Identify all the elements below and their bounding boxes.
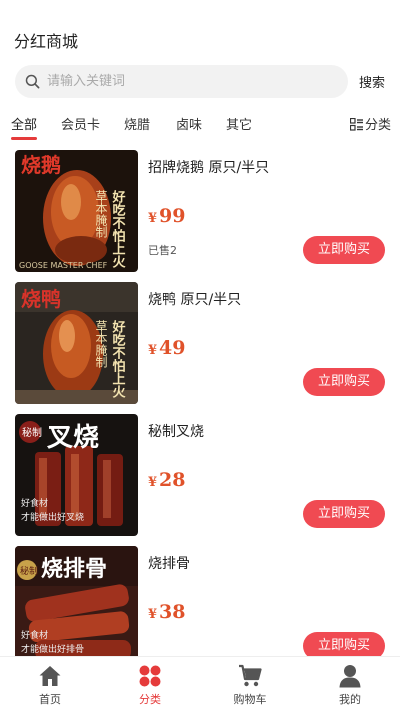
product-price: ¥49 — [148, 337, 186, 359]
home-icon — [39, 666, 61, 686]
page-title: 分红商城 — [14, 32, 79, 51]
tabbar-cart[interactable]: 购物车 — [200, 657, 300, 711]
shop-page: 分红商城 搜索 全部 会员卡 烧腊 卤味 其它 分类 — [0, 0, 400, 711]
product-image-title: 烧鹅 — [21, 153, 61, 177]
product-image-slogan: 好吃不怕上火 — [110, 189, 127, 269]
product-image-slogan: 好吃不怕上火 — [110, 319, 127, 399]
user-icon — [339, 665, 361, 688]
search-bar: 搜索 — [0, 64, 400, 100]
product-image-title: 烧鸭 — [21, 287, 61, 311]
search-icon — [25, 74, 40, 89]
product-image-slogan: 草本腌制 — [94, 190, 108, 238]
category-toggle-label: 分类 — [365, 118, 392, 133]
product-image[interactable]: 秘制 烧排骨 好食材 才能做出好排骨 — [15, 546, 138, 656]
product-card[interactable]: 烧鹅 好吃不怕上火 草本腌制 GOOSE MASTER CHEF 招牌烧鹅 原只… — [0, 145, 400, 277]
bottom-tab-bar: 首页 分类 购物车 我的 — [0, 656, 400, 711]
search-input[interactable] — [47, 65, 337, 98]
product-card[interactable]: 秘制 叉烧 好食材 才能做出好叉烧 秘制叉烧 ¥28 立即购买 — [0, 409, 400, 541]
category-toggle[interactable]: 分类 — [349, 114, 392, 133]
category-tabs: 全部 会员卡 烧腊 卤味 其它 分类 — [0, 104, 400, 142]
sold-count: 已售2 — [148, 244, 177, 257]
product-image[interactable]: 烧鸭 好吃不怕上火 草本腌制 — [15, 282, 138, 404]
product-price: ¥99 — [148, 205, 186, 227]
product-image-caption: 才能做出好排骨 — [21, 643, 84, 655]
product-name[interactable]: 烧排骨 — [148, 553, 190, 573]
product-name[interactable]: 秘制叉烧 — [148, 421, 204, 441]
product-price: ¥38 — [148, 601, 186, 623]
tabbar-home[interactable]: 首页 — [0, 657, 100, 711]
grid-list-icon — [349, 117, 363, 131]
tabbar-profile[interactable]: 我的 — [300, 657, 400, 711]
tab-all[interactable]: 全部 — [11, 114, 38, 140]
product-image-title: 烧排骨 — [41, 556, 107, 582]
product-image-badge: 秘制 — [22, 426, 42, 439]
tabbar-label: 首页 — [39, 693, 61, 706]
product-image-title: 叉烧 — [46, 423, 99, 453]
product-card[interactable]: 秘制 烧排骨 好食材 才能做出好排骨 烧排骨 ¥38 立即购买 — [0, 541, 400, 656]
tabbar-label: 购物车 — [233, 693, 267, 706]
product-price: ¥28 — [148, 469, 186, 491]
product-image-badge: 秘制 — [20, 565, 38, 577]
product-name[interactable]: 招牌烧鹅 原只/半只 — [148, 157, 269, 177]
product-card[interactable]: 烧鸭 好吃不怕上火 草本腌制 烧鸭 原只/半只 ¥49 立即购买 — [0, 277, 400, 409]
header: 分红商城 — [0, 0, 400, 62]
buy-now-button[interactable]: 立即购买 — [303, 236, 385, 264]
product-image-caption: 才能做出好叉烧 — [21, 511, 84, 523]
buy-now-button[interactable]: 立即购买 — [303, 632, 385, 656]
search-button[interactable]: 搜索 — [359, 72, 385, 91]
category-icon — [139, 665, 161, 687]
search-box[interactable] — [15, 65, 348, 98]
product-name[interactable]: 烧鸭 原只/半只 — [148, 289, 241, 309]
tabbar-label: 我的 — [339, 693, 361, 706]
tabbar-category[interactable]: 分类 — [100, 657, 200, 711]
product-list: 烧鹅 好吃不怕上火 草本腌制 GOOSE MASTER CHEF 招牌烧鹅 原只… — [0, 145, 400, 656]
product-image[interactable]: 秘制 叉烧 好食材 才能做出好叉烧 — [15, 414, 138, 536]
cart-icon — [239, 664, 262, 687]
tab-other[interactable]: 其它 — [226, 114, 252, 133]
buy-now-button[interactable]: 立即购买 — [303, 368, 385, 396]
product-image-caption: 好食材 — [21, 497, 48, 509]
product-image-brand: GOOSE MASTER CHEF — [19, 261, 108, 270]
tab-braised[interactable]: 卤味 — [176, 114, 202, 133]
tabbar-label: 分类 — [139, 693, 161, 706]
buy-now-button[interactable]: 立即购买 — [303, 500, 385, 528]
product-image-caption: 好食材 — [21, 629, 48, 641]
product-image-slogan: 草本腌制 — [94, 320, 108, 368]
tab-membership-card[interactable]: 会员卡 — [61, 114, 100, 133]
product-image[interactable]: 烧鹅 好吃不怕上火 草本腌制 GOOSE MASTER CHEF — [15, 150, 138, 272]
tab-roast-meat[interactable]: 烧腊 — [124, 114, 150, 133]
